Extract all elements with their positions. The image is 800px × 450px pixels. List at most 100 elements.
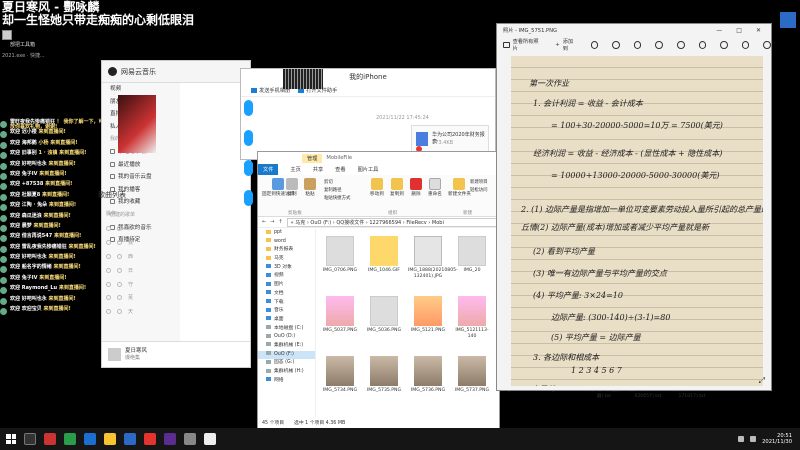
nav-item[interactable]: OuO (F:) [258,350,315,360]
rail-button[interactable] [244,160,253,176]
share-icon[interactable] [720,41,728,49]
nav-item[interactable]: 文档 [258,290,315,299]
paste-button[interactable]: 粘贴 [304,178,316,197]
nav-item[interactable]: 3D 对象 [258,264,315,273]
song-row[interactable]: 守 [106,277,133,291]
manage-tab[interactable]: 管理 [302,153,323,163]
download-icon[interactable] [117,267,122,273]
expand-icon[interactable]: ⤢ [759,376,765,386]
sidebar-item[interactable]: 视频 [102,83,180,96]
app-icon[interactable] [44,433,56,445]
rail-button[interactable] [244,100,253,116]
file-item[interactable]: IMG_0706.PNG [320,236,360,274]
nav-item[interactable]: ppt [258,229,315,238]
file-item[interactable]: IMG_5735.PNG [364,356,404,394]
new-item-button[interactable]: 新建项目 [470,179,488,185]
network-icon[interactable] [738,436,745,442]
nav-item[interactable]: 图片 [258,281,315,290]
address-path[interactable]: « 马克 › OuO (F:) › QQ接收文件 › 1227966594 › … [286,217,499,227]
favorite-icon[interactable] [633,41,642,49]
album-cover[interactable] [118,95,156,153]
crop-icon[interactable] [677,41,685,49]
song-row[interactable]: 红 [106,222,133,236]
ribbon-tab[interactable]: 共享 [313,166,323,173]
nav-item[interactable]: word [258,238,315,247]
minimize-button[interactable]: — [716,27,722,34]
rail-button[interactable] [244,130,253,146]
song-row[interactable]: 日 [106,263,133,277]
download-icon[interactable] [117,253,122,259]
file-item[interactable]: IMG_20 [452,236,492,274]
add-to-button[interactable]: + 添加到 [555,38,576,52]
nav-item[interactable]: 集群机械 (H:) [258,368,315,377]
file-item[interactable]: IMG_5736.PNG [408,356,448,394]
song-row[interactable]: 芙 [106,291,133,305]
clock[interactable]: 20:51 2021/11/30 [762,433,792,445]
rename-button[interactable]: 重命名 [428,178,442,197]
task-view-icon[interactable] [24,433,36,445]
delete-icon[interactable] [612,41,620,49]
ribbon-tab[interactable]: 查看 [335,166,345,173]
like-icon[interactable] [106,240,111,246]
start-button[interactable] [6,434,16,444]
song-row[interactable]: 我 [106,236,133,250]
edit-icon[interactable] [698,41,707,49]
address-bar[interactable]: ← → ↑ « 马克 › OuO (F:) › QQ接收文件 › 1227966… [258,217,499,228]
steam-icon[interactable] [124,433,136,445]
like-icon[interactable] [106,295,111,301]
wechat-icon[interactable] [64,433,76,445]
nav-item[interactable]: 网络 [258,377,315,386]
sidebar-item[interactable]: 我的音乐云盘 [102,171,180,184]
zoom-icon[interactable] [590,41,599,49]
move-to-button[interactable]: 移动到 [370,178,384,197]
rail-button[interactable] [244,190,253,206]
file-item[interactable]: IMG_5121113-140 [452,296,492,339]
folder-icon[interactable] [104,433,116,445]
file-item[interactable]: IMG_5037.PNG [320,296,360,334]
like-icon[interactable] [106,309,111,315]
new-folder-button[interactable]: 新建文件夹 [448,178,471,197]
maximize-button[interactable]: □ [736,27,742,34]
like-icon[interactable] [106,253,111,259]
like-icon[interactable] [106,226,111,232]
app-icon[interactable] [164,433,176,445]
desktop-edge-icon[interactable] [772,0,800,40]
sidebar-item[interactable]: 最近播放 [102,159,180,172]
nav-item[interactable]: 音乐 [258,307,315,316]
ribbon-tab[interactable]: 文件 [258,164,279,175]
nav-item[interactable]: OuO (D:) [258,333,315,342]
ribbon-tab[interactable]: 主页 [290,166,300,173]
more-icon[interactable] [763,41,772,49]
nav-item[interactable]: 桌面 [258,316,315,325]
file-item[interactable]: IMG_1888(20210805-132401).JPG [408,236,458,279]
delete-button[interactable]: 删除 [410,178,422,197]
up-arrow-icon[interactable]: ↑ [278,219,282,225]
like-icon[interactable] [106,267,111,273]
easy-access-button[interactable]: 轻松访问 [470,187,488,193]
cut-button[interactable]: 剪切 [324,179,333,185]
download-icon[interactable] [117,226,122,232]
forward-arrow-icon[interactable]: → [270,219,274,225]
song-row[interactable]: 西 [106,250,133,264]
download-icon[interactable] [117,295,122,301]
volume-icon[interactable] [750,436,757,442]
download-icon[interactable] [117,240,122,246]
file-item[interactable]: IMG_1046.GIF [364,236,404,274]
copy-to-button[interactable]: 复制到 [390,178,404,197]
app-icon[interactable] [184,433,196,445]
nav-item[interactable]: 集群机械 (E:) [258,342,315,351]
nav-item[interactable]: 固态 (G:) [258,359,315,368]
song-row[interactable]: 天 [106,305,133,319]
close-button[interactable]: ✕ [756,27,761,34]
nav-item[interactable]: 财务报表 [258,246,315,255]
file-item[interactable]: IMG_5737.PNG [452,356,492,394]
copy-path-button[interactable]: 复制路径 [324,187,342,193]
paste-shortcut-button[interactable]: 粘贴快捷方式 [324,195,350,201]
ribbon-tab[interactable]: 图片工具 [358,166,379,173]
qq-icon[interactable] [84,433,96,445]
download-icon[interactable] [117,309,122,315]
print-icon[interactable] [741,41,750,49]
copy-button[interactable]: 复制 [286,178,298,197]
nav-item[interactable]: 下载 [258,299,315,308]
file-item[interactable]: IMG_5734.PNG [320,356,360,394]
